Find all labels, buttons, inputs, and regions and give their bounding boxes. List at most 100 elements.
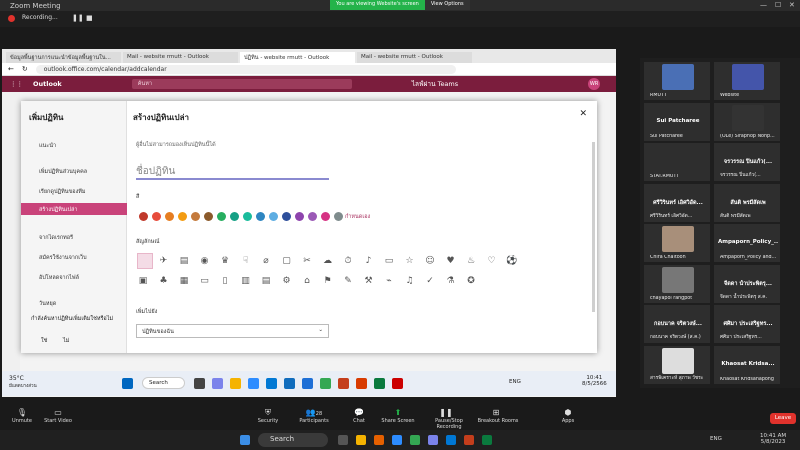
symbol-option-icon[interactable]: ▤ xyxy=(178,255,190,267)
participant-tile[interactable]: ศศิมา ประเสริฐทร... ศศิมา ประเสริฐทร... xyxy=(714,305,780,343)
symbol-option-icon[interactable]: ✈ xyxy=(158,255,170,267)
sidebar-item-team[interactable]: เรียกดูปฏิทินของทีม xyxy=(25,185,125,197)
close-icon[interactable]: ✕ xyxy=(579,109,587,119)
symbol-option-icon[interactable]: ⌂ xyxy=(301,275,313,287)
symbol-option-icon[interactable]: ⌀ xyxy=(260,255,272,267)
chat-icon[interactable]: 💬 xyxy=(337,408,381,417)
color-swatch[interactable] xyxy=(230,212,239,221)
file-explorer-icon[interactable] xyxy=(356,435,366,445)
color-swatch[interactable] xyxy=(334,212,343,221)
participant-tile[interactable]: Khaosat Kridsa... Khaosat Kridsanapong xyxy=(714,345,780,384)
windows-clock[interactable]: 10:41 AM 5/8/2023 xyxy=(760,433,786,445)
color-swatch[interactable] xyxy=(217,212,226,221)
stop-icon[interactable]: ■ xyxy=(86,14,93,22)
search-input[interactable]: ค้นหา xyxy=(131,79,352,89)
url-field[interactable]: outlook.office.com/calendar/addcalendar xyxy=(35,64,456,74)
symbol-option-icon[interactable]: ⚗ xyxy=(445,275,457,287)
symbol-option-icon[interactable]: ☁ xyxy=(322,255,334,267)
taskbar-clock[interactable]: 10:41 8/5/2566 xyxy=(582,375,607,387)
word-icon[interactable] xyxy=(302,378,313,389)
scrollbar[interactable] xyxy=(592,142,595,312)
powerpoint-icon[interactable] xyxy=(464,435,474,445)
symbol-option-icon[interactable]: ♪ xyxy=(363,255,375,267)
symbol-option-icon[interactable]: ▯ xyxy=(219,275,231,287)
acrobat-icon[interactable] xyxy=(392,378,403,389)
tray-language[interactable]: ENG xyxy=(509,379,521,385)
tab-1[interactable]: ข้อมูลพื้นฐานการแนะนำข้อมูลพื้นฐานใน... xyxy=(6,52,121,63)
apps-icon[interactable]: ⬢ xyxy=(546,408,590,417)
participant-tile[interactable]: ศรีวิรินทร์ เอิศวิอัด... ศรีวิรินทร์ เอิศ… xyxy=(644,183,710,222)
symbol-option-icon[interactable]: ⌁ xyxy=(383,275,395,287)
weather-widget[interactable]: 35°C มีแดดบางส่วน xyxy=(9,375,37,389)
symbol-option-icon[interactable] xyxy=(137,253,153,269)
chrome-icon[interactable] xyxy=(320,378,331,389)
teams-icon[interactable] xyxy=(428,435,438,445)
shield-icon[interactable]: ⛨ xyxy=(246,408,290,418)
teams-icon[interactable] xyxy=(212,378,223,389)
teams-button[interactable]: ไลฟ์ผ่าน Teams xyxy=(412,79,458,89)
symbol-option-icon[interactable]: ✪ xyxy=(465,275,477,287)
edge-icon[interactable] xyxy=(446,435,456,445)
video-off-icon[interactable]: ▭ xyxy=(36,408,80,417)
calendar-name-input[interactable]: ชื่อปฏิทิน xyxy=(136,164,329,180)
task-view-icon[interactable] xyxy=(194,378,205,389)
symbol-option-icon[interactable]: ✓ xyxy=(424,275,436,287)
edge-icon[interactable] xyxy=(266,378,277,389)
participants-icon[interactable]: 👥28 xyxy=(292,408,336,417)
symbol-option-icon[interactable]: ⏱ xyxy=(342,255,354,267)
share-screen-button[interactable]: Share Screen xyxy=(376,418,420,424)
participants-button[interactable]: Participants xyxy=(292,418,336,424)
symbol-option-icon[interactable]: ⚙ xyxy=(281,275,293,287)
minimize-icon[interactable]: — xyxy=(760,1,767,9)
windows-search[interactable]: Search xyxy=(258,433,328,447)
symbol-option-icon[interactable]: ✂ xyxy=(301,255,313,267)
sidebar-item-blank[interactable]: สร้างปฏิทินเปล่า xyxy=(21,203,127,215)
color-swatch[interactable] xyxy=(139,212,148,221)
taskbar-search[interactable]: Search xyxy=(142,377,185,389)
breakout-rooms-button[interactable]: Breakout Rooms xyxy=(474,418,522,424)
outlook-icon[interactable] xyxy=(284,378,295,389)
symbol-option-icon[interactable]: ▭ xyxy=(383,255,395,267)
symbol-option-icon[interactable]: ▥ xyxy=(240,275,252,287)
participant-tile[interactable]: STAT.RMUTT xyxy=(644,143,710,181)
yes-link[interactable]: ใช่ xyxy=(41,337,47,345)
app-launcher-icon[interactable]: ⋮⋮ xyxy=(10,80,23,88)
powerpoint-icon[interactable] xyxy=(338,378,349,389)
chat-button[interactable]: Chat xyxy=(337,418,381,424)
color-swatch[interactable] xyxy=(321,212,330,221)
sidebar-item-web[interactable]: สมัครใช้งานจากเว็บ xyxy=(25,251,125,263)
record-pause-icon[interactable]: ❚❚ xyxy=(424,408,468,417)
color-swatch[interactable] xyxy=(308,212,317,221)
sidebar-item-upload[interactable]: อัปโหลดจากไฟล์ xyxy=(25,271,125,283)
symbol-option-icon[interactable]: ▣ xyxy=(137,275,149,287)
add-to-select[interactable]: ปฏิทินของฉัน ⌄ xyxy=(136,324,329,338)
pause-stop-recording-button[interactable]: Pause/Stop Recording xyxy=(424,418,474,430)
file-explorer-icon[interactable] xyxy=(230,378,241,389)
leave-button[interactable]: Leave xyxy=(770,413,796,424)
tab-3[interactable]: ปฏิทิน - website rmutt - Outlook xyxy=(240,52,355,63)
participant-tile[interactable]: สารพิเคราะห์ สุภาพ วัชระ xyxy=(644,345,710,384)
tab-2[interactable]: Mail - website rmutt - Outlook xyxy=(123,52,238,63)
sidebar-item-suggested[interactable]: แนะนำ xyxy=(25,139,125,151)
participant-tile[interactable]: Chira Chaitoon xyxy=(644,224,710,262)
sidebar-item-personal[interactable]: เพิ่มปฏิทินส่วนบุคคล xyxy=(25,165,125,177)
symbol-option-icon[interactable]: ♛ xyxy=(219,255,231,267)
custom-color-link[interactable]: กำหนดเอง xyxy=(345,213,370,221)
participant-tile[interactable]: กอบนาค จริตวงษ์... กอบนาค จริตวงษ์ (ส.ค.) xyxy=(644,305,710,343)
sidebar-item-directory[interactable]: จากไดเรกทอรี xyxy=(25,231,125,243)
symbol-option-icon[interactable]: ☆ xyxy=(404,255,416,267)
symbol-option-icon[interactable]: ♥ xyxy=(445,255,457,267)
symbol-option-icon[interactable]: ♡ xyxy=(486,255,498,267)
color-swatch[interactable] xyxy=(191,212,200,221)
symbol-option-icon[interactable]: ☟ xyxy=(240,255,252,267)
excel-icon[interactable] xyxy=(374,378,385,389)
avatar[interactable]: WR xyxy=(588,78,601,90)
symbol-option-icon[interactable]: ▤ xyxy=(260,275,272,287)
breakout-rooms-icon[interactable]: ⊞ xyxy=(474,408,518,417)
view-options-button[interactable]: View Options xyxy=(424,0,470,10)
participant-tile[interactable]: chayapol rangpot xyxy=(644,264,710,303)
color-swatch[interactable] xyxy=(204,212,213,221)
participant-tile[interactable]: Ampaporn_Policy_... Ampaporn_Policy and..… xyxy=(714,224,780,262)
color-swatch[interactable] xyxy=(165,212,174,221)
start-icon[interactable] xyxy=(240,435,250,445)
